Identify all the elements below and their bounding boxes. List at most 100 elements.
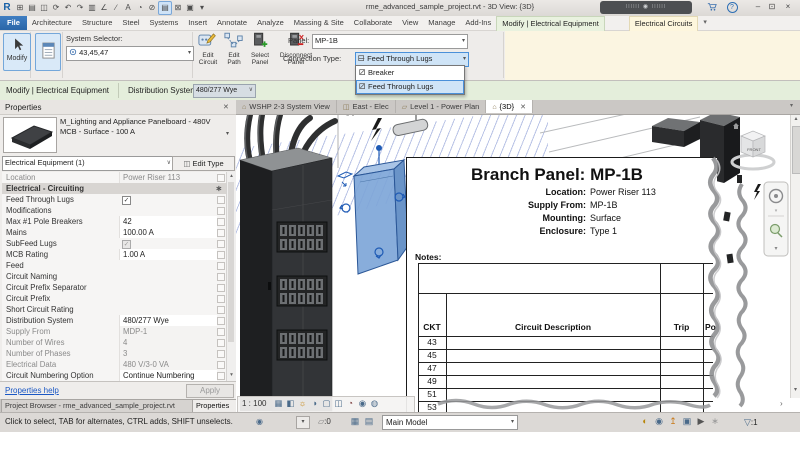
associate-param-button[interactable] <box>217 196 225 204</box>
checkbox[interactable]: ✓ <box>122 196 131 205</box>
view-tab--3d-[interactable]: ⌂{3D}✕ <box>486 100 533 113</box>
collapse-icon[interactable]: ∗ <box>215 183 222 194</box>
associate-param-button[interactable] <box>217 262 225 270</box>
ribbon-tab-modify-electrical-equipment[interactable]: Modify | Electrical Equipment <box>496 16 605 31</box>
detail-level-icon[interactable]: ▦ <box>272 397 284 410</box>
property-value-cell[interactable]: 4 <box>119 337 217 348</box>
dropdown-option-feed-through-lugs[interactable]: Feed Through Lugs <box>356 80 464 94</box>
editable-workset-indicator[interactable]: ▱:0 <box>318 417 331 426</box>
ribbon-tab-structure[interactable]: Structure <box>77 16 117 30</box>
scrollbar-thumb[interactable] <box>792 126 800 174</box>
property-value-cell[interactable]: MDP-1 <box>119 326 217 337</box>
ribbon-tab-annotate[interactable]: Annotate <box>212 16 252 30</box>
save-icon[interactable]: ◫ <box>38 0 50 15</box>
panel-field[interactable]: MP-1B▾ <box>312 34 468 49</box>
property-value-cell[interactable]: Power Riser 113 <box>119 172 217 183</box>
ribbon-tab-steel[interactable]: Steel <box>117 16 144 30</box>
ribbon-tab-view[interactable]: View <box>397 16 423 30</box>
dropdown-option-breaker[interactable]: Breaker <box>356 66 464 80</box>
ribbon-tab-analyze[interactable]: Analyze <box>252 16 289 30</box>
help-icon[interactable]: ? <box>726 2 738 13</box>
system-selector-dropdown[interactable]: 43,45,47▾ <box>66 46 194 61</box>
sync-with-central-icon[interactable]: ⟳ <box>50 0 62 15</box>
associate-param-button[interactable] <box>217 295 225 303</box>
property-value-cell[interactable]: 480/277 Wye <box>119 315 217 326</box>
scroll-down-icon[interactable]: ▾ <box>791 386 800 393</box>
associate-param-button[interactable] <box>217 350 225 358</box>
infocenter-search[interactable]: ∷∷∷ ◉ ∷∷∷ <box>600 1 692 14</box>
crop-view-icon[interactable]: ▢ <box>320 397 332 410</box>
palette-scroll-down-icon[interactable]: ▾ <box>227 372 236 378</box>
project-browser-tab[interactable]: Project Browser - rme_advanced_sample_pr… <box>1 399 198 412</box>
associate-param-button[interactable] <box>217 174 225 182</box>
associate-param-button[interactable] <box>217 218 225 226</box>
minimize-icon[interactable]: – <box>752 2 764 11</box>
edit-type-button[interactable]: ◫ Edit Type <box>172 156 235 171</box>
show-crop-region-icon[interactable]: ◫ <box>332 397 344 410</box>
associate-param-button[interactable] <box>217 207 225 215</box>
aligned-dimension-icon[interactable]: ∕ <box>110 0 122 15</box>
property-value-cell[interactable]: 480 V/3-0 VA <box>119 359 217 370</box>
revit-logo[interactable]: R <box>0 0 14 15</box>
type-name[interactable]: M_Lighting and Appliance Panelboard - 48… <box>60 117 220 153</box>
status-collapsed-combo[interactable]: ▾ <box>296 416 310 429</box>
restore-icon[interactable]: ⊡ <box>766 2 778 11</box>
worksets-icon[interactable]: ▦ <box>348 416 362 427</box>
close-icon[interactable]: × <box>782 2 794 11</box>
property-value-cell[interactable]: 100.00 A <box>119 227 217 238</box>
category-selector-dropdown[interactable]: Electrical Equipment (1)∨ <box>2 156 174 171</box>
ribbon-tab--[interactable]: ▾ <box>698 16 712 30</box>
temporary-hide-isolate-icon[interactable]: ◔ <box>344 397 356 410</box>
ribbon-tab-systems[interactable]: Systems <box>145 16 184 30</box>
properties-help-link[interactable]: Properties help <box>5 386 59 395</box>
modify-tool-button[interactable]: Modify <box>3 33 31 71</box>
property-value-cell[interactable]: 3 <box>119 348 217 359</box>
close-hidden-windows-icon[interactable]: ⊠ <box>172 0 184 15</box>
palette-close-icon[interactable]: ✕ <box>223 103 229 111</box>
settings-icon[interactable]: ∗ <box>708 416 722 427</box>
apply-button[interactable]: Apply <box>186 384 234 398</box>
palette-scrollbar[interactable]: ▴ ▾ <box>226 172 236 381</box>
measure-icon[interactable]: ∠ <box>98 0 110 15</box>
open-icon[interactable]: ▤ <box>26 0 38 15</box>
tab-list-chevron-icon[interactable]: ▾ <box>790 102 793 109</box>
redo-icon[interactable]: ↷ <box>74 0 86 15</box>
type-selector-chevron-icon[interactable]: ▾ <box>226 130 229 137</box>
section-icon[interactable]: ⊘ <box>146 0 158 15</box>
associate-param-button[interactable] <box>217 251 225 259</box>
exclude-options-icon[interactable]: ▣ <box>680 416 694 427</box>
associate-param-button[interactable] <box>217 273 225 281</box>
associate-param-button[interactable] <box>217 306 225 314</box>
view-tab-wshp-2-3-system-view[interactable]: ⌂WSHP 2-3 System View <box>236 100 337 113</box>
visual-style-icon[interactable]: ◧ <box>284 397 296 410</box>
associate-param-button[interactable] <box>217 339 225 347</box>
palette-scroll-up-icon[interactable]: ▴ <box>227 172 236 181</box>
scale-control[interactable]: 1 : 100 <box>242 399 266 408</box>
select-toggle-icon[interactable]: ▶ <box>694 416 708 427</box>
main-model-dropdown[interactable]: Main Model▾ <box>382 415 518 430</box>
ribbon-tab-file[interactable]: File <box>0 16 27 30</box>
properties-palette-button[interactable] <box>35 33 61 71</box>
property-value-cell[interactable]: 1.00 A <box>119 249 217 260</box>
ribbon-tab-massing-site[interactable]: Massing & Site <box>289 16 349 30</box>
filter-indicator[interactable]: ▽:1 <box>744 417 758 428</box>
drawing-vertical-scrollbar[interactable]: ▴ ▾ <box>790 114 800 398</box>
edit-path-button[interactable]: EditPath <box>222 32 246 67</box>
select-panel-button[interactable]: SelectPanel <box>247 32 273 67</box>
associate-param-button[interactable] <box>217 284 225 292</box>
ribbon-tab-collaborate[interactable]: Collaborate <box>349 16 397 30</box>
associate-param-button[interactable] <box>217 328 225 336</box>
shadows-icon[interactable]: ◑ <box>308 397 320 410</box>
text-icon[interactable]: A <box>122 0 134 15</box>
ribbon-tab-insert[interactable]: Insert <box>183 16 212 30</box>
associate-param-button[interactable] <box>217 240 225 248</box>
print-icon[interactable]: ▥ <box>86 0 98 15</box>
palette-scroll-thumb[interactable] <box>228 182 234 342</box>
view-tab-level-1-power-plan[interactable]: ▱Level 1 - Power Plan <box>396 100 487 113</box>
associate-param-button[interactable] <box>217 317 225 325</box>
worksharing-display-toggle-icon[interactable]: ◉ <box>652 416 666 427</box>
associate-param-button[interactable] <box>217 372 225 380</box>
design-options-icon[interactable]: ▤ <box>362 416 376 427</box>
property-value-cell[interactable]: Continue Numbering <box>119 370 217 381</box>
ribbon-tab-manage[interactable]: Manage <box>423 16 460 30</box>
